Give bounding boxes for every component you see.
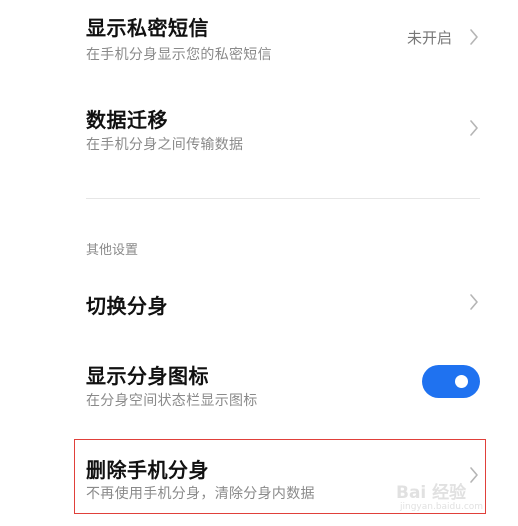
setting-subtitle: 在手机分身显示您的私密短信 xyxy=(86,47,272,63)
chevron-right-icon xyxy=(470,294,478,310)
setting-switch-profile[interactable]: 切换分身 xyxy=(0,276,518,330)
setting-show-private-sms[interactable]: 显示私密短信 在手机分身显示您的私密短信 未开启 xyxy=(0,0,518,78)
section-divider xyxy=(86,198,480,199)
watermark-text: Bai 经验 xyxy=(396,483,467,503)
toggle-knob xyxy=(455,375,468,388)
show-profile-icon-toggle[interactable] xyxy=(422,365,480,398)
setting-title: 切换分身 xyxy=(86,294,168,318)
setting-title: 显示私密短信 xyxy=(86,16,209,40)
setting-title: 显示分身图标 xyxy=(86,364,209,388)
setting-title: 数据迁移 xyxy=(86,108,168,132)
setting-subtitle: 在手机分身之间传输数据 xyxy=(86,137,244,153)
section-header: 其他设置 xyxy=(86,243,139,258)
setting-data-migration[interactable]: 数据迁移 在手机分身之间传输数据 xyxy=(0,90,518,170)
status-value: 未开启 xyxy=(407,29,453,47)
chevron-right-icon xyxy=(470,29,478,45)
watermark-subtext: jingyan.baidu.com xyxy=(400,502,484,512)
setting-subtitle: 在分身空间状态栏显示图标 xyxy=(86,393,258,409)
baidu-watermark: Bai 经验 jingyan.baidu.com xyxy=(396,478,511,518)
chevron-right-icon xyxy=(470,120,478,136)
